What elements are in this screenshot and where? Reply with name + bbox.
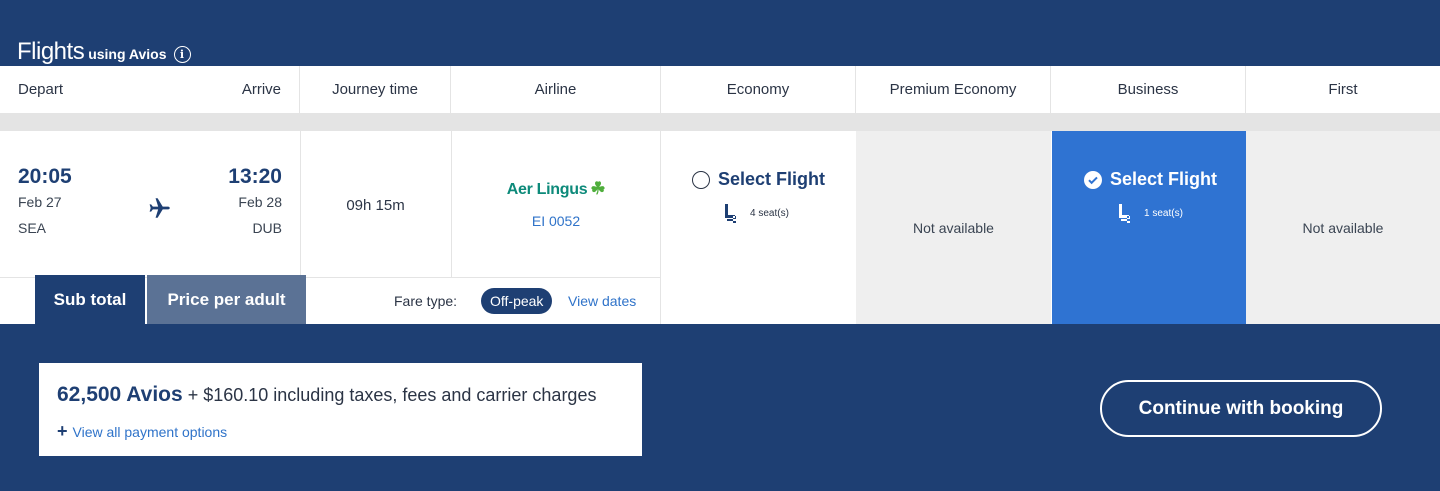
airline-logo: Aer Lingus ☘: [452, 179, 660, 199]
seat-icon: [725, 204, 736, 223]
business-seats: 1 seat(s): [1116, 202, 1183, 224]
depart-time: 20:05: [18, 165, 72, 188]
seat-icon: [1119, 204, 1130, 223]
fare-type-label: Fare type:: [394, 293, 458, 309]
header-business: Business: [1051, 66, 1246, 113]
flight-row: 20:05 Feb 27 SEA 13:20 Feb 28 DUB 09h 15…: [0, 131, 1440, 324]
airline-name: Aer Lingus: [506, 181, 588, 198]
economy-select-label: Select Flight: [718, 169, 826, 189]
first-unavailable: Not available: [1246, 131, 1440, 324]
fare-type-badge: Off-peak: [481, 288, 553, 314]
header-journey-time: Journey time: [300, 66, 451, 113]
section-title: Flights using Avios i: [17, 38, 191, 66]
flight-number-link[interactable]: EI 0052: [452, 213, 660, 229]
view-payment-options-link[interactable]: + View all payment options: [57, 421, 227, 442]
title-main: Flights: [17, 38, 85, 65]
arrive-date: Feb 28: [238, 194, 282, 210]
title-bar: Flights using Avios i: [0, 0, 1440, 66]
economy-seats-count: 4 seat(s): [750, 207, 789, 219]
view-dates-link[interactable]: View dates: [568, 293, 636, 309]
price-summary: 62,500 Avios + $160.10 including taxes, …: [57, 383, 596, 407]
header-arrive: Arrive: [241, 81, 281, 98]
avios-amount: 62,500 Avios: [57, 383, 183, 406]
economy-select-flight[interactable]: Select Flight: [692, 169, 825, 190]
depart-arrive-header: Depart Arrive: [0, 66, 300, 113]
view-payment-options-label: View all payment options: [72, 423, 228, 440]
header-premium-economy: Premium Economy: [856, 66, 1051, 113]
business-seats-count: 1 seat(s): [1144, 207, 1183, 219]
column-header-row: Depart Arrive Journey time Airline Econo…: [0, 66, 1440, 113]
header-airline: Airline: [451, 66, 661, 113]
depart-date: Feb 27: [18, 194, 62, 210]
tab-subtotal[interactable]: Sub total: [35, 275, 145, 324]
business-cell-selected[interactable]: Select Flight 1 seat(s): [1052, 131, 1246, 324]
premium-economy-unavailable: Not available: [856, 131, 1051, 324]
radio-unchecked-icon[interactable]: [692, 170, 710, 189]
tab-price-per-adult[interactable]: Price per adult: [147, 275, 306, 324]
price-box: 62,500 Avios + $160.10 including taxes, …: [39, 363, 642, 456]
check-circle-icon[interactable]: [1084, 170, 1102, 189]
title-sub: using Avios: [88, 46, 167, 62]
plus-icon: +: [57, 421, 68, 441]
arrive-block: 13:20 Feb 28 DUB: [200, 165, 282, 236]
arrive-airport: DUB: [252, 220, 282, 236]
business-select-label: Select Flight: [1110, 169, 1218, 189]
row-separator: [300, 277, 660, 278]
journey-time: 09h 15m: [346, 197, 405, 214]
depart-airport: SEA: [18, 220, 47, 236]
depart-block: 20:05 Feb 27 SEA: [18, 165, 72, 236]
header-depart: Depart: [18, 81, 64, 98]
arrive-time: 13:20: [228, 165, 282, 188]
price-details: + $160.10 including taxes, fees and carr…: [182, 385, 597, 405]
business-select-flight[interactable]: Select Flight: [1084, 169, 1217, 190]
economy-seats: 4 seat(s): [722, 202, 789, 224]
row-divider: [0, 113, 1440, 131]
column-separator: [451, 131, 452, 278]
plane-icon: [149, 198, 170, 218]
header-economy: Economy: [661, 66, 856, 113]
header-first: First: [1328, 81, 1358, 98]
continue-booking-button[interactable]: Continue with booking: [1100, 380, 1382, 437]
booking-summary: 62,500 Avios + $160.10 including taxes, …: [0, 324, 1440, 491]
info-icon[interactable]: i: [173, 45, 191, 63]
column-separator: [660, 131, 661, 324]
shamrock-icon: ☘: [590, 179, 606, 198]
